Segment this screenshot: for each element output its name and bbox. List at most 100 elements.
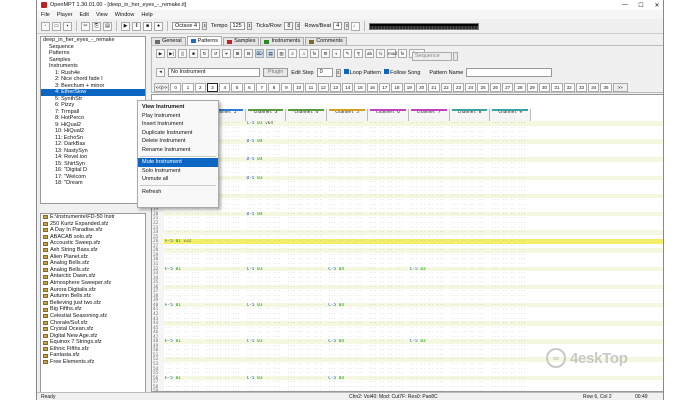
tab-comments[interactable]: Comments	[305, 37, 347, 45]
file-item[interactable]: Equinox 7 Strings.sfz	[41, 339, 145, 346]
pattern-tool-button[interactable]: ⊟	[244, 49, 253, 58]
order-more-button[interactable]: >>	[612, 83, 628, 92]
channel-header[interactable]: Channel 4- - -	[286, 109, 328, 121]
file-item[interactable]: Aurora Digitalis.sfz	[41, 287, 145, 294]
pattern-tool-button[interactable]: ||	[178, 49, 187, 58]
order-item[interactable]: 16	[366, 83, 379, 92]
order-item[interactable]: 21	[428, 83, 440, 92]
follow-song-checkbox[interactable]: Follow Song	[384, 69, 420, 76]
order-item[interactable]: 28	[514, 83, 526, 92]
order-item[interactable]: 3	[206, 83, 219, 92]
pattern-name-field[interactable]	[466, 68, 553, 77]
file-item[interactable]: Ash String Bass.sfz	[41, 247, 145, 254]
order-item[interactable]: 34	[588, 83, 600, 92]
menu-item-help[interactable]: Help	[141, 12, 152, 18]
pattern-tool-button[interactable]: fx	[310, 49, 319, 58]
rows-spin[interactable]: ⇕	[344, 22, 350, 30]
file-item[interactable]: Free Elements.sfz	[41, 359, 145, 366]
order-item[interactable]: 9	[280, 83, 292, 92]
pattern-tool-button[interactable]: ↻	[200, 49, 209, 58]
file-item[interactable]: Accoustic Sweep.sfz	[41, 240, 145, 247]
pattern-tool-button[interactable]: ▥	[277, 49, 286, 58]
order-item[interactable]: 15	[354, 83, 366, 92]
file-item[interactable]: Analog Bells.sfz	[41, 267, 145, 274]
file-item[interactable]: Believing just two.sfz	[41, 300, 145, 307]
pattern-tool-button[interactable]: ✎	[343, 49, 352, 58]
channel-header[interactable]: Channel 3- - -	[245, 109, 287, 121]
sequence-select[interactable]: Sequence	[412, 52, 452, 61]
pattern-tool-button[interactable]: ¶	[354, 49, 363, 58]
pattern-tool-button[interactable]: ♫	[299, 49, 308, 58]
file-item[interactable]: Analog Bells.sfz	[41, 260, 145, 267]
minimize-button[interactable]: —	[617, 2, 633, 8]
order-item[interactable]: 10	[292, 83, 305, 92]
order-nav-button[interactable]: <<|>>	[154, 83, 169, 92]
order-item[interactable]: 18	[391, 83, 403, 92]
pattern-tool-button[interactable]: ◐	[332, 49, 341, 58]
file-item[interactable]: Chorale/Suf.sfz	[41, 320, 145, 327]
order-item[interactable]: 17	[379, 83, 391, 92]
channel-header[interactable]: Channel 5- - -	[327, 109, 368, 121]
context-menu-item-insert-instrument[interactable]: Insert Instrument	[138, 120, 218, 129]
order-item[interactable]: 13	[329, 83, 342, 92]
pattern-tool-button[interactable]: fx	[398, 49, 407, 58]
order-item[interactable]: 29	[526, 83, 538, 92]
pattern-tool-button[interactable]: mod	[387, 49, 397, 58]
play-icon[interactable]: ▶	[121, 21, 130, 31]
pattern-tool-button[interactable]: ½	[376, 49, 385, 58]
paste-icon[interactable]: ▤	[103, 21, 112, 31]
copy-icon[interactable]: ⎘	[92, 21, 101, 31]
pattern-tool-button[interactable]: ▶	[156, 49, 165, 58]
pattern-tool-button[interactable]: ⚙	[321, 49, 330, 58]
context-menu-item-play-instrument[interactable]: Play Instrument	[138, 112, 218, 121]
order-item[interactable]: 23	[452, 83, 465, 92]
menu-item-player[interactable]: Player	[57, 12, 73, 18]
menu-item-view[interactable]: View	[96, 12, 108, 18]
open-folder-icon[interactable]: ▭	[52, 21, 61, 31]
file-item[interactable]: E:\Instrumente\FD-50 Instr	[41, 214, 145, 221]
order-item[interactable]: 6	[243, 83, 256, 92]
context-menu-item-delete-instrument[interactable]: Delete Instrument	[138, 137, 218, 146]
context-menu-item-rename-instrument[interactable]: Rename Instrument	[138, 146, 218, 155]
order-item[interactable]: 19	[403, 83, 415, 92]
context-menu-item-view-instrument[interactable]: View Instrument	[138, 103, 218, 112]
order-item[interactable]: 33	[575, 83, 588, 92]
channel-header[interactable]: Channel 8- - -	[449, 109, 491, 121]
file-item[interactable]: Ethnic Fifths.sfz	[41, 346, 145, 353]
tree-item[interactable]: 18: "Dream	[41, 180, 145, 187]
tab-instruments[interactable]: Instruments	[260, 37, 305, 45]
close-button[interactable]: ✕	[649, 2, 663, 9]
context-menu-item-unmute-all[interactable]: Unmute all	[138, 175, 218, 184]
sequence-spin[interactable]	[453, 52, 458, 61]
file-item[interactable]: Atmosphere Sweeper.sfz	[41, 280, 145, 287]
plugin-button[interactable]: Plugin	[263, 68, 289, 77]
context-menu-item-refresh[interactable]: Refresh	[138, 188, 218, 197]
file-item[interactable]: Celestial Seasoning.sfz	[41, 313, 145, 320]
order-item[interactable]: 4	[219, 83, 231, 92]
pattern-tool-button[interactable]: ↺	[211, 49, 220, 58]
instrument-select[interactable]: No Instrument	[168, 68, 260, 77]
new-file-icon[interactable]: ▫	[41, 21, 50, 31]
file-item[interactable]: ABACAB solo.sfz	[41, 234, 145, 241]
menu-item-file[interactable]: File	[41, 12, 50, 18]
file-item[interactable]: Antarctic Dawn.sfz	[41, 273, 145, 280]
octave-field[interactable]: Octave 4	[172, 22, 201, 30]
order-item[interactable]: 12	[317, 83, 329, 92]
tab-patterns[interactable]: Patterns	[186, 36, 223, 45]
order-item[interactable]: 2	[194, 83, 206, 92]
order-item[interactable]: 32	[563, 83, 575, 92]
file-item[interactable]: A Day In Paradise.sfz	[41, 227, 145, 234]
context-menu-item-mute-instrument[interactable]: Mute Instrument	[138, 158, 218, 167]
stop-icon[interactable]: ■	[143, 21, 152, 31]
ticks-field[interactable]: 8	[284, 22, 294, 30]
file-item[interactable]: Crystal Ocean.sfz	[41, 326, 145, 333]
edit-step-spin[interactable]: ⇕	[335, 68, 341, 77]
order-item[interactable]: 35	[600, 83, 612, 92]
pattern-tool-button[interactable]: ⌖	[222, 49, 231, 58]
pattern-tool-button[interactable]: ⌦	[255, 49, 264, 58]
order-item[interactable]: 27	[502, 83, 514, 92]
maximize-button[interactable]: ☐	[633, 2, 649, 9]
edit-step-field[interactable]: 0	[316, 68, 333, 77]
file-item[interactable]: Big Fifths.sfz	[41, 306, 145, 313]
save-icon[interactable]: ▪	[63, 21, 72, 31]
